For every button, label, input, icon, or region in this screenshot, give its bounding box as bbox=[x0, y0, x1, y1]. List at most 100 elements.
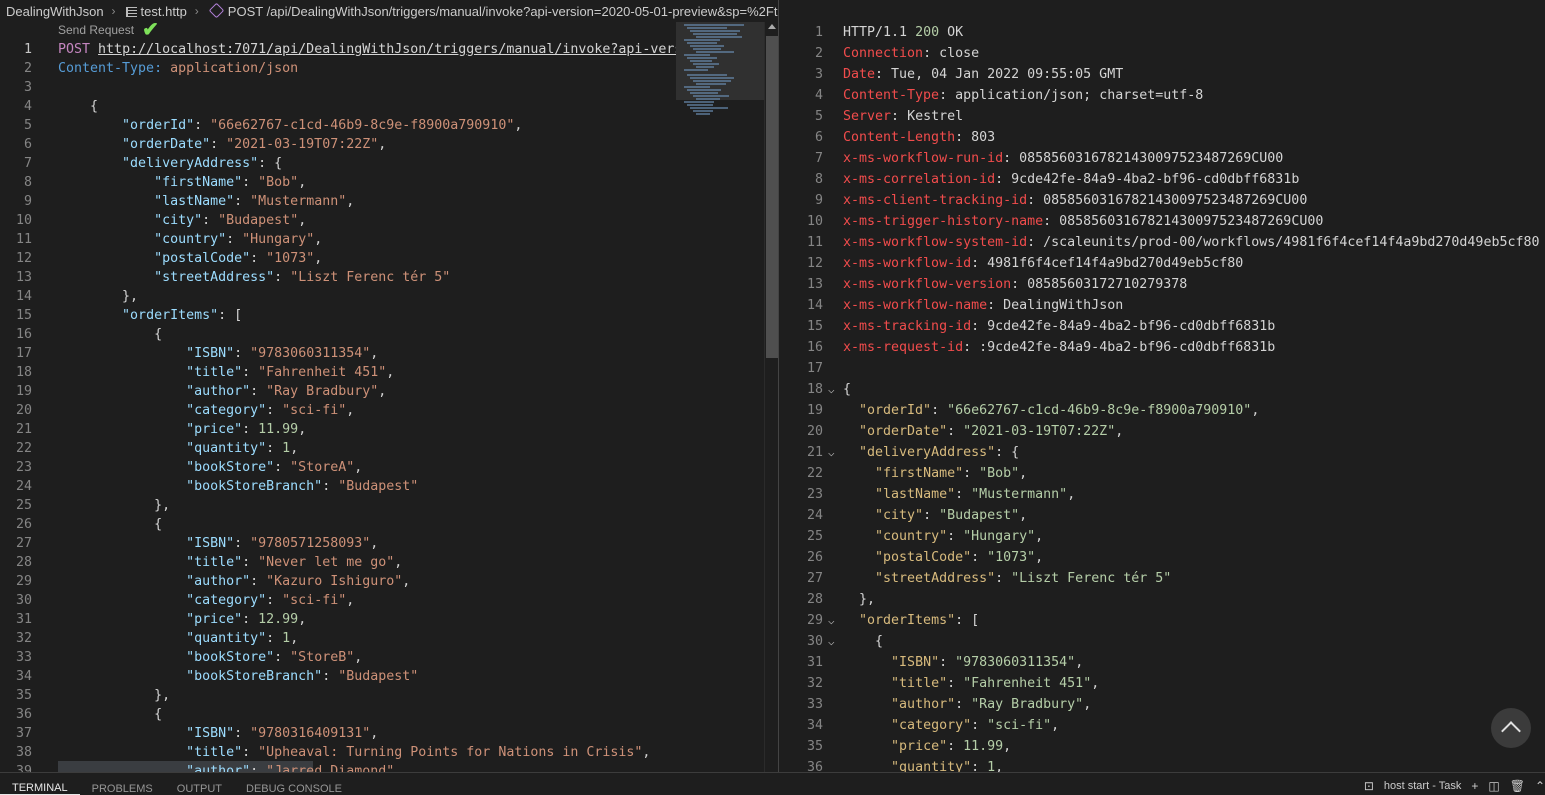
fold-chevron-icon[interactable]: ⌵ bbox=[828, 610, 835, 631]
line-number: 35 bbox=[15, 688, 32, 703]
line-number: 18 bbox=[806, 382, 823, 397]
json-value: "Bob" bbox=[979, 466, 1020, 481]
line-number: 14 bbox=[806, 298, 823, 313]
price-value: 11.99 bbox=[258, 422, 299, 437]
scrollbar-thumb[interactable] bbox=[766, 36, 778, 358]
minimap-line bbox=[687, 89, 721, 91]
line-number: 30 bbox=[15, 593, 32, 608]
add-terminal-icon[interactable]: + bbox=[1471, 779, 1478, 793]
line-number: 26 bbox=[15, 517, 32, 532]
tab-terminal[interactable]: TERMINAL bbox=[0, 776, 80, 795]
split-terminal-icon[interactable]: ◫ bbox=[1488, 779, 1499, 793]
response-header-value: :9cde42fe-84a9-4ba2-bf96-cd0dbff6831b bbox=[979, 340, 1276, 355]
tab-output[interactable]: OUTPUT bbox=[165, 777, 234, 795]
response-header-name: x-ms-workflow-id bbox=[843, 256, 972, 271]
chevron-up-icon[interactable]: ⌃ bbox=[1535, 779, 1545, 793]
quantity-value: 1 bbox=[282, 631, 291, 646]
line-number: 21 bbox=[806, 445, 823, 460]
minimap-line bbox=[687, 27, 727, 29]
response-header-value: 08585603172710279378 bbox=[1027, 277, 1188, 292]
fold-chevron-icon[interactable]: ⌵ bbox=[828, 379, 835, 400]
line-number: 27 bbox=[806, 571, 823, 586]
response-header-name: x-ms-workflow-version bbox=[843, 277, 1012, 292]
minimap-line bbox=[693, 63, 719, 65]
minimap-line bbox=[693, 95, 729, 97]
json-value: "1073" bbox=[987, 550, 1036, 565]
category-value: "sci-fi" bbox=[282, 593, 347, 608]
line-number: 6 bbox=[23, 137, 32, 152]
minimap-line bbox=[684, 24, 744, 26]
minimap-line bbox=[684, 86, 710, 88]
author-value: "Jarred Diamond" bbox=[266, 764, 395, 772]
line-number: 18 bbox=[15, 365, 32, 380]
status-code: 200 bbox=[915, 25, 940, 40]
panel-tab-bar: TERMINAL PROBLEMS OUTPUT DEBUG CONSOLE ⊡… bbox=[0, 772, 1545, 795]
tab-debug-console[interactable]: DEBUG CONSOLE bbox=[234, 777, 354, 795]
line-number: 13 bbox=[806, 277, 823, 292]
response-header-value: DealingWithJson bbox=[1003, 298, 1124, 313]
line-number: 3 bbox=[814, 67, 823, 82]
line-number: 16 bbox=[806, 340, 823, 355]
send-request-link[interactable]: Send Request bbox=[58, 23, 134, 37]
author-value: "Kazuro Ishiguro" bbox=[266, 574, 403, 589]
line-number: 30 bbox=[806, 634, 823, 649]
line-number: 7 bbox=[814, 151, 823, 166]
minimap[interactable] bbox=[676, 22, 764, 772]
line-number: 6 bbox=[814, 130, 823, 145]
minimap-line bbox=[687, 74, 727, 76]
first-name-value: "Bob" bbox=[258, 175, 299, 190]
line-number: 11 bbox=[15, 232, 32, 247]
line-number: 4 bbox=[814, 88, 823, 103]
fold-chevron-icon[interactable]: ⌵ bbox=[828, 442, 835, 463]
breadcrumb-folder[interactable]: DealingWithJson bbox=[0, 4, 108, 19]
line-number: 34 bbox=[15, 669, 32, 684]
line-number: 20 bbox=[806, 424, 823, 439]
minimap-line bbox=[693, 48, 721, 50]
line-number: 39 bbox=[15, 764, 32, 772]
line-number: 23 bbox=[806, 487, 823, 502]
line-number: 25 bbox=[806, 529, 823, 544]
request-editor[interactable]: 1 POST http://localhost:7071/api/DealingW… bbox=[0, 40, 676, 772]
terminal-icon: ⊡ bbox=[1363, 779, 1374, 793]
breadcrumb-request[interactable]: POST /api/DealingWithJson/triggers/manua… bbox=[203, 2, 778, 19]
minimap-line bbox=[693, 33, 737, 35]
line-number: 22 bbox=[806, 466, 823, 481]
vertical-scrollbar[interactable] bbox=[764, 22, 779, 772]
line-number: 5 bbox=[814, 109, 823, 124]
scroll-up-icon[interactable] bbox=[768, 24, 776, 29]
line-number: 13 bbox=[15, 270, 32, 285]
json-value: 11.99 bbox=[963, 739, 1004, 754]
status-text: OK bbox=[947, 25, 964, 40]
response-editor[interactable]: 1 HTTP/1.1 200 OK 2 Connection: close 3 Date:… bbox=[779, 22, 1545, 772]
price-value: 12.99 bbox=[258, 612, 299, 627]
response-header-value: 08585603167821430097523487269CU00 bbox=[1043, 193, 1308, 208]
response-header-name: x-ms-client-tracking-id bbox=[843, 193, 1028, 208]
scroll-to-top-button[interactable] bbox=[1491, 708, 1531, 748]
trash-icon[interactable]: 🗑 bbox=[1510, 779, 1525, 793]
line-number: 2 bbox=[23, 61, 32, 76]
line-number: 23 bbox=[15, 460, 32, 475]
file-icon bbox=[125, 6, 137, 17]
isbn-value: "9780571258093" bbox=[250, 536, 371, 551]
line-number: 9 bbox=[23, 194, 32, 209]
minimap-line bbox=[696, 83, 726, 85]
request-url[interactable]: http://localhost:7071/api/DealingWithJso… bbox=[98, 42, 676, 57]
line-number: 12 bbox=[806, 256, 823, 271]
response-header-value: 803 bbox=[971, 130, 996, 145]
line-number: 10 bbox=[806, 214, 823, 229]
minimap-line bbox=[690, 45, 724, 47]
breadcrumb-file[interactable]: test.http bbox=[120, 4, 191, 19]
minimap-line bbox=[696, 51, 734, 53]
header-name: Content-Type: bbox=[58, 61, 163, 76]
minimap-line bbox=[696, 66, 714, 68]
tab-problems[interactable]: PROBLEMS bbox=[80, 777, 165, 795]
terminal-task-selector[interactable]: host start - Task bbox=[1384, 780, 1461, 792]
json-value: 1 bbox=[987, 760, 996, 772]
chevron-right-icon: › bbox=[194, 4, 199, 18]
line-number: 33 bbox=[806, 697, 823, 712]
line-number: 2 bbox=[814, 46, 823, 61]
fold-chevron-icon[interactable]: ⌵ bbox=[828, 631, 835, 652]
response-header-value: 9cde42fe-84a9-4ba2-bf96-cd0dbff6831b bbox=[1011, 172, 1300, 187]
bookstore-value: "StoreA" bbox=[290, 460, 355, 475]
response-header-name: x-ms-workflow-name bbox=[843, 298, 988, 313]
